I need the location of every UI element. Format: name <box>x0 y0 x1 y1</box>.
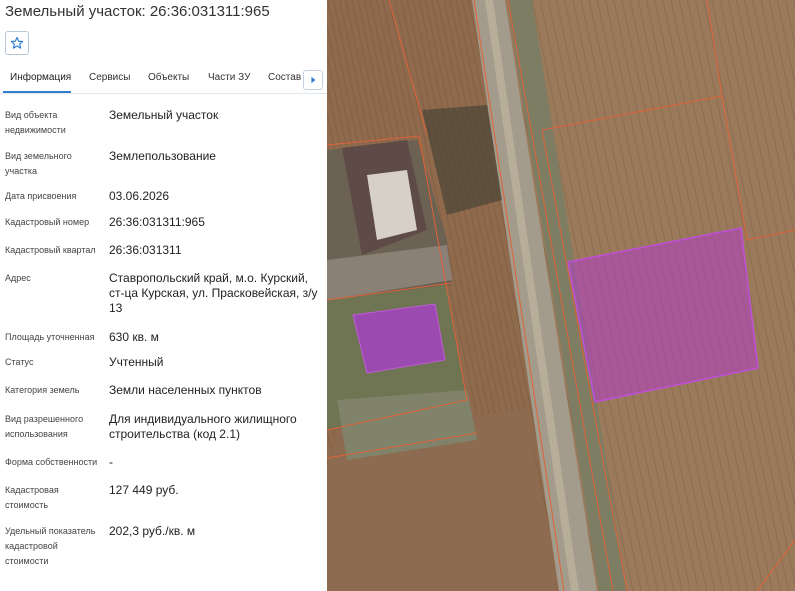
tabs-scroll-right-button[interactable] <box>303 70 323 90</box>
field-label: Площадь уточненная <box>5 332 95 342</box>
field-label: Категория земель <box>5 385 80 395</box>
field-value: Земельный участок <box>109 108 219 122</box>
tab-services[interactable]: Сервисы <box>89 72 130 83</box>
field-value: 26:36:031311:965 <box>109 215 205 229</box>
map-canvas[interactable] <box>327 0 795 591</box>
tab-composition[interactable]: Состав <box>268 72 301 83</box>
field-value: Земли населенных пунктов <box>109 383 262 397</box>
tab-information[interactable]: Информация <box>10 72 71 83</box>
tab-objects[interactable]: Объекты <box>148 72 189 83</box>
field-value: 202,3 руб./кв. м <box>109 524 196 538</box>
field-label: Кадастровый квартал <box>5 245 96 255</box>
field-label: Кадастровая стоимость <box>5 485 59 510</box>
field-value: 03.06.2026 <box>109 189 170 203</box>
panel-title: Земельный участок: 26:36:031311:965 <box>5 3 270 20</box>
field-label: Статус <box>5 357 34 367</box>
field-value: 630 кв. м <box>109 330 159 344</box>
field-label: Кадастровый номер <box>5 217 90 227</box>
star-icon <box>10 36 24 49</box>
field-label: Вид объекта недвижимости <box>5 110 66 135</box>
field-value: Ставропольский край, м.о. Курский, ст-ца… <box>109 271 318 315</box>
field-value: Учтенный <box>109 355 164 369</box>
field-value: 26:36:031311 <box>109 243 182 257</box>
field-label: Адрес <box>5 273 31 283</box>
field-value: - <box>109 455 113 469</box>
favorite-button[interactable] <box>5 31 29 55</box>
field-label: Вид разрешенного использования <box>5 414 84 439</box>
tab-bar: Информация Сервисы Объекты Части ЗУ Сост… <box>0 67 327 93</box>
field-label: Форма собственности <box>5 457 98 467</box>
tabs-divider <box>0 93 327 94</box>
field-value: Землепользование <box>109 149 216 163</box>
field-label: Вид земельного участка <box>5 151 72 176</box>
tab-parcel-parts[interactable]: Части ЗУ <box>208 72 250 83</box>
field-value: 127 449 руб. <box>109 483 179 497</box>
field-value: Для индивидуального жилищного строительс… <box>109 412 297 441</box>
field-label: Удельный показатель кадастровой стоимост… <box>5 526 96 566</box>
field-label: Дата присвоения <box>5 191 77 201</box>
info-panel: Земельный участок: 26:36:031311:965 Инфо… <box>0 0 327 591</box>
neighbor-parcel-highlight[interactable] <box>352 303 446 374</box>
satellite-map[interactable] <box>327 0 795 591</box>
chevron-right-icon <box>311 76 316 84</box>
